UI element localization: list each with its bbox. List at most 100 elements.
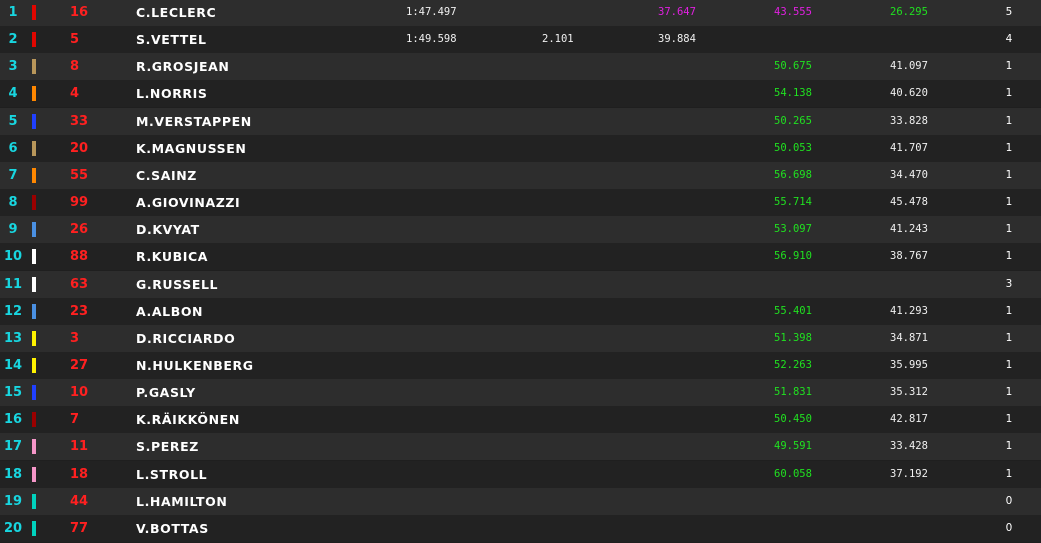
sector-2-cell: 51.398 (774, 332, 812, 344)
sector-2-cell: 50.450 (774, 413, 812, 425)
car-number-cell: 55 (70, 168, 89, 183)
car-number-cell: 26 (70, 222, 89, 237)
table-row[interactable]: 12 23 A.ALBON 55.401 41.293 1 (0, 298, 1041, 325)
car-number-cell: 3 (70, 331, 80, 346)
table-row[interactable]: 3 8 R.GROSJEAN 50.675 41.097 1 (0, 53, 1041, 80)
driver-name-cell: C.SAINZ (136, 168, 197, 183)
team-color-bar (32, 385, 36, 400)
car-number-cell: 77 (70, 521, 89, 536)
pit-stops-cell: 1 (1005, 250, 1013, 262)
table-row[interactable]: 11 63 G.RUSSELL 3 (0, 271, 1041, 298)
team-color-bar (32, 86, 36, 101)
position-cell: 1 (8, 5, 18, 20)
car-number-cell: 33 (70, 114, 89, 129)
sector-3-cell: 26.295 (890, 6, 928, 18)
pit-stops-cell: 1 (1005, 305, 1013, 317)
team-color-bar (32, 521, 36, 536)
driver-name-cell: A.ALBON (136, 304, 204, 319)
sector-2-cell: 50.265 (774, 115, 812, 127)
car-number-cell: 27 (70, 358, 89, 373)
sector-2-cell: 53.097 (774, 223, 812, 235)
pit-stops-cell: 1 (1005, 87, 1013, 99)
position-cell: 4 (8, 86, 18, 101)
table-row[interactable]: 2 5 S.VETTEL 1:49.598 2.101 39.884 4 (0, 26, 1041, 53)
table-row[interactable]: 19 44 L.HAMILTON 0 (0, 488, 1041, 515)
team-color-bar (32, 304, 36, 319)
driver-name-cell: P.GASLY (136, 385, 196, 400)
sector-3-cell: 34.871 (890, 332, 928, 344)
car-number-cell: 99 (70, 195, 89, 210)
position-cell: 11 (3, 277, 23, 292)
pit-stops-cell: 1 (1005, 332, 1013, 344)
driver-name-cell: G.RUSSELL (136, 277, 219, 292)
position-cell: 20 (3, 521, 23, 536)
car-number-cell: 63 (70, 277, 89, 292)
position-cell: 5 (8, 114, 18, 129)
table-row[interactable]: 9 26 D.KVYAT 53.097 41.243 1 (0, 216, 1041, 243)
car-number-cell: 4 (70, 86, 80, 101)
sector-3-cell: 41.293 (890, 305, 928, 317)
sector-2-cell: 50.675 (774, 60, 812, 72)
pit-stops-cell: 1 (1005, 196, 1013, 208)
sector-2-cell: 60.058 (774, 468, 812, 480)
sector-2-cell: 50.053 (774, 142, 812, 154)
pit-stops-cell: 3 (1005, 278, 1013, 290)
sector-3-cell: 35.312 (890, 386, 928, 398)
table-row[interactable]: 14 27 N.HULKENBERG 52.263 35.995 1 (0, 352, 1041, 379)
position-cell: 17 (3, 439, 23, 454)
sector-2-cell: 56.910 (774, 250, 812, 262)
table-row[interactable]: 10 88 R.KUBICA 56.910 38.767 1 (0, 243, 1041, 270)
table-row[interactable]: 18 18 L.STROLL 60.058 37.192 1 (0, 461, 1041, 488)
sector-3-cell: 40.620 (890, 87, 928, 99)
table-row[interactable]: 1 16 C.LECLERC 1:47.497 37.647 43.555 26.295 5 (0, 0, 1041, 26)
team-color-bar (32, 168, 36, 183)
table-row[interactable]: 6 20 K.MAGNUSSEN 50.053 41.707 1 (0, 135, 1041, 162)
position-cell: 9 (8, 222, 18, 237)
table-row[interactable]: 8 99 A.GIOVINAZZI 55.714 45.478 1 (0, 189, 1041, 216)
driver-name-cell: N.HULKENBERG (136, 358, 254, 373)
sector-1-cell: 37.647 (658, 6, 696, 18)
car-number-cell: 10 (70, 385, 89, 400)
position-cell: 16 (3, 412, 23, 427)
driver-name-cell: R.KUBICA (136, 249, 209, 264)
position-cell: 7 (8, 168, 18, 183)
pit-stops-cell: 0 (1005, 495, 1013, 507)
car-number-cell: 16 (70, 5, 89, 20)
position-cell: 19 (3, 494, 23, 509)
table-row[interactable]: 20 77 V.BOTTAS 0 (0, 515, 1041, 542)
table-row[interactable]: 5 33 M.VERSTAPPEN 50.265 33.828 1 (0, 108, 1041, 135)
sector-2-cell: 55.714 (774, 196, 812, 208)
team-color-bar (32, 412, 36, 427)
sector-3-cell: 41.707 (890, 142, 928, 154)
sector-2-cell: 49.591 (774, 440, 812, 452)
table-row[interactable]: 4 4 L.NORRIS 54.138 40.620 1 (0, 80, 1041, 107)
driver-name-cell: S.VETTEL (136, 32, 207, 47)
position-cell: 10 (3, 249, 23, 264)
driver-name-cell: L.STROLL (136, 467, 208, 482)
car-number-cell: 20 (70, 141, 89, 156)
team-color-bar (32, 249, 36, 264)
table-row[interactable]: 15 10 P.GASLY 51.831 35.312 1 (0, 379, 1041, 406)
driver-name-cell: D.RICCIARDO (136, 331, 236, 346)
pit-stops-cell: 4 (1005, 33, 1013, 45)
driver-name-cell: C.LECLERC (136, 5, 217, 20)
sector-3-cell: 35.995 (890, 359, 928, 371)
pit-stops-cell: 1 (1005, 440, 1013, 452)
driver-name-cell: L.NORRIS (136, 86, 208, 101)
table-row[interactable]: 7 55 C.SAINZ 56.698 34.470 1 (0, 162, 1041, 189)
team-color-bar (32, 277, 36, 292)
table-row[interactable]: 17 11 S.PEREZ 49.591 33.428 1 (0, 433, 1041, 460)
sector-2-cell: 56.698 (774, 169, 812, 181)
table-row[interactable]: 13 3 D.RICCIARDO 51.398 34.871 1 (0, 325, 1041, 352)
team-color-bar (32, 5, 36, 20)
driver-name-cell: M.VERSTAPPEN (136, 114, 252, 129)
driver-name-cell: D.KVYAT (136, 222, 200, 237)
pit-stops-cell: 1 (1005, 413, 1013, 425)
team-color-bar (32, 32, 36, 47)
position-cell: 13 (3, 331, 23, 346)
team-color-bar (32, 358, 36, 373)
pit-stops-cell: 1 (1005, 169, 1013, 181)
pit-stops-cell: 0 (1005, 522, 1013, 534)
team-color-bar (32, 331, 36, 346)
table-row[interactable]: 16 7 K.RÄIKKÖNEN 50.450 42.817 1 (0, 406, 1041, 433)
